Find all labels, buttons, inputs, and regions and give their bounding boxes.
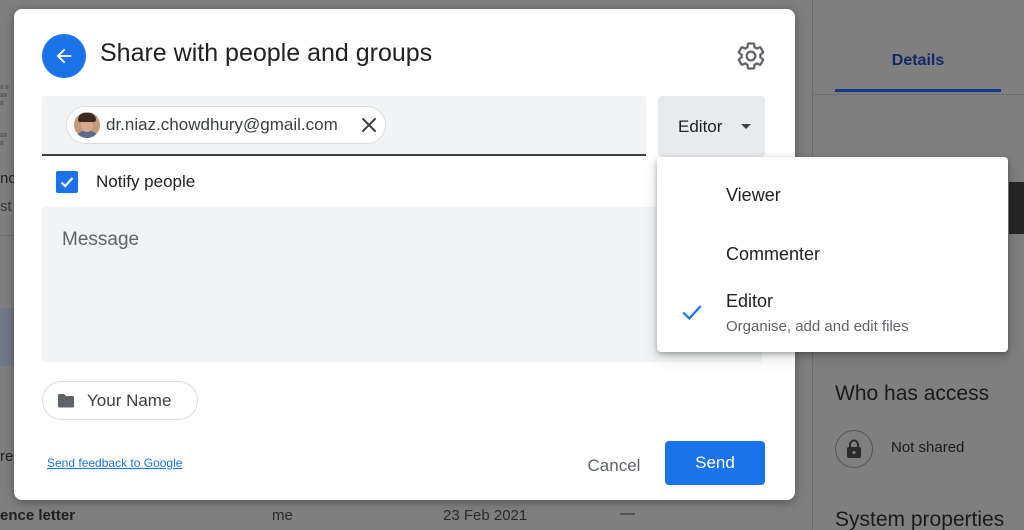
file-date: 23 Feb 2021 (443, 507, 528, 524)
menu-item-label: Commenter (726, 244, 821, 264)
access-status: Not shared (891, 439, 965, 456)
bg-fragment: re (0, 448, 14, 465)
caret-down-icon (741, 124, 751, 129)
menu-item-viewer[interactable]: Viewer (657, 175, 1008, 215)
recipient-chip[interactable]: dr.niaz.chowdhury@gmail.com (66, 106, 386, 144)
menu-item-description: Organise, add and edit files (726, 318, 909, 335)
checkbox-checked-icon[interactable] (56, 171, 78, 193)
lock-icon (835, 430, 873, 468)
dialog-title: Share with people and groups (100, 39, 433, 67)
remove-recipient-button[interactable] (359, 115, 379, 135)
cancel-button[interactable]: Cancel (574, 449, 654, 483)
bg-thumbnail-text: ≡ ≡ ≡≡ ≡ (0, 85, 9, 107)
check-icon (682, 305, 702, 321)
gear-icon (737, 42, 765, 70)
file-owner: me (272, 507, 293, 524)
send-feedback-link[interactable]: Send feedback to Google (47, 456, 182, 470)
recipient-email: dr.niaz.chowdhury@gmail.com (106, 115, 338, 134)
role-dropdown[interactable]: Editor (658, 96, 765, 157)
bg-fragment: st (0, 198, 12, 215)
menu-item-editor[interactable]: Editor Organise, add and edit files (657, 283, 1008, 341)
role-menu: Viewer Commenter Editor Organise, add an… (657, 157, 1008, 352)
tab-details[interactable]: Details (835, 52, 1001, 70)
bg-selected-row (0, 308, 14, 366)
file-name[interactable]: ence letter (0, 507, 75, 524)
close-icon (362, 118, 376, 132)
settings-button[interactable] (736, 41, 766, 71)
file-size: — (620, 505, 635, 522)
menu-item-label: Viewer (726, 185, 781, 205)
send-button[interactable]: Send (665, 441, 765, 485)
notify-people-label: Notify people (96, 172, 196, 191)
back-button[interactable] (42, 34, 86, 78)
bg-divider (0, 235, 14, 236)
menu-item-commenter[interactable]: Commenter (657, 233, 1008, 275)
message-placeholder: Message (62, 229, 140, 250)
system-properties-heading: System properties (835, 508, 1005, 530)
panel-divider (813, 94, 1024, 95)
recipients-input[interactable]: dr.niaz.chowdhury@gmail.com (42, 96, 646, 156)
notify-people-checkbox[interactable]: Notify people (56, 169, 195, 195)
avatar (74, 112, 100, 138)
folder-icon (58, 393, 74, 407)
arrow-left-icon (56, 48, 72, 64)
folder-chip-label: Your Name (87, 390, 172, 410)
bg-thumbnail-text-2: ≡≡ ≡ (0, 133, 8, 147)
who-has-access-heading: Who has access (835, 382, 990, 405)
role-selected: Editor (678, 116, 723, 136)
menu-item-label: Editor (726, 291, 774, 311)
preview-strip (1009, 182, 1024, 234)
tab-indicator (835, 89, 1001, 92)
folder-chip[interactable]: Your Name (42, 381, 198, 420)
message-field[interactable]: Message (42, 207, 762, 362)
